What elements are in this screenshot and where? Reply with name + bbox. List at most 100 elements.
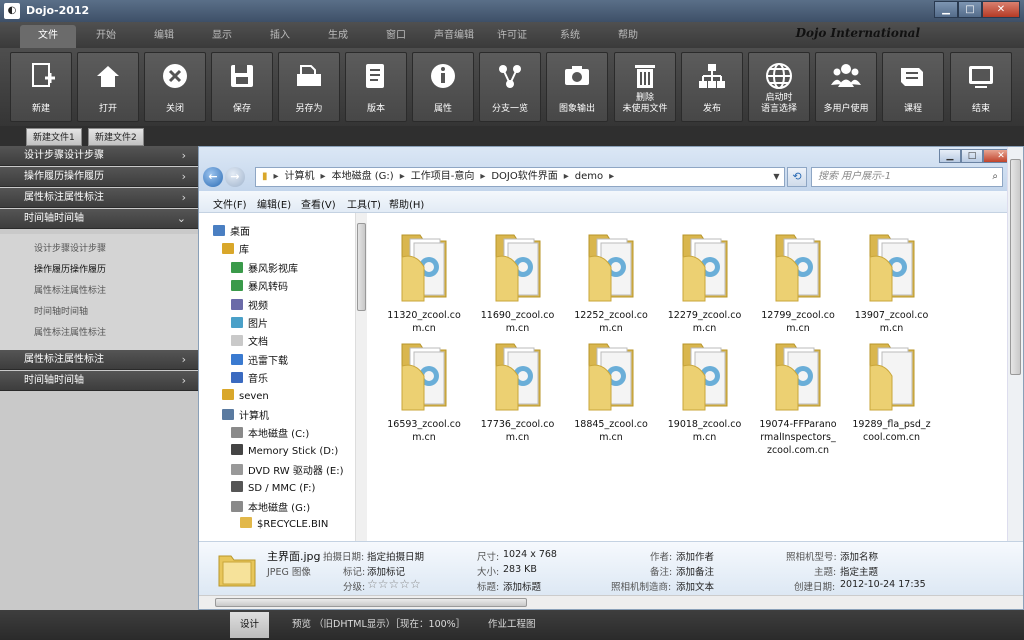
detail-maker[interactable]: 添加文本	[676, 579, 714, 593]
toolbar-button-course[interactable]: 课程	[882, 52, 944, 122]
detail-shot-date[interactable]: 指定拍摄日期	[367, 549, 424, 563]
toolbar-button-globe[interactable]: 启动时 语言选择	[748, 52, 810, 122]
explorer-minimize-button[interactable]: ▁	[939, 149, 961, 163]
tab-file[interactable]: 文件	[20, 25, 76, 48]
nav-item[interactable]: 桌面	[213, 223, 250, 238]
status-tab-preview[interactable]: 预览 （旧DHTML显示）［现在：100%］	[282, 612, 475, 638]
nav-item[interactable]: Memory Stick (D:)	[231, 443, 338, 457]
tab-system[interactable]: 系统	[542, 25, 598, 48]
detail-subject[interactable]: 指定主题	[840, 564, 878, 578]
breadcrumb-segment[interactable]: demo	[575, 171, 603, 182]
tab-edit[interactable]: 编辑	[136, 25, 192, 48]
toolbar-button-save-disk[interactable]: 保存	[211, 52, 273, 122]
toolbar-button-close-circle[interactable]: 关闭	[144, 52, 206, 122]
sub-item-history[interactable]: 操作履历操作履历	[34, 262, 106, 275]
detail-model[interactable]: 添加名称	[840, 549, 878, 563]
toolbar-button-publish[interactable]: 发布	[681, 52, 743, 122]
close-window-button[interactable]: ✕	[982, 1, 1020, 18]
nav-item[interactable]: 计算机	[222, 407, 269, 422]
tab-window[interactable]: 窗口	[368, 25, 424, 48]
breadcrumb-segment[interactable]: 计算机	[285, 171, 315, 182]
folder-item[interactable]: 12799_zcool.co m.cn	[755, 227, 841, 334]
toolbar-button-info[interactable]: 属性	[412, 52, 474, 122]
nav-item[interactable]: 本地磁盘 (G:)	[231, 499, 310, 514]
folder-item[interactable]: 16593_zcool.co m.cn	[381, 336, 467, 443]
accordion-header-design-steps[interactable]: 设计步骤设计步骤 ›	[0, 146, 198, 166]
accordion-header-attributes[interactable]: 属性标注属性标注 ›	[0, 188, 198, 208]
refresh-icon[interactable]: ⟲	[787, 167, 807, 187]
nav-item[interactable]: 文档	[231, 333, 268, 348]
breadcrumb-separator-icon[interactable]: ▸	[274, 171, 279, 182]
status-tab-design[interactable]: 设计	[230, 612, 270, 638]
toolbar-button-save-as[interactable]: 另存为	[278, 52, 340, 122]
folder-item[interactable]: 18845_zcool.co m.cn	[568, 336, 654, 443]
toolbar-button-camera[interactable]: 图象输出	[546, 52, 608, 122]
menu-tools[interactable]: 工具(T)	[347, 196, 381, 211]
doc-tab-2[interactable]: 新建文件2	[88, 128, 144, 146]
content-vertical-scrollbar[interactable]	[1007, 147, 1023, 541]
toolbar-button-new-file[interactable]: 新建	[10, 52, 72, 122]
toolbar-button-users[interactable]: 多用户使用	[815, 52, 877, 122]
sub-item-attributes-2[interactable]: 属性标注属性标注	[34, 325, 106, 338]
content-scroll-thumb[interactable]	[1010, 159, 1021, 375]
nav-item[interactable]: 本地磁盘 (C:)	[231, 425, 309, 440]
minimize-button[interactable]: ▁	[934, 1, 958, 18]
sub-item-design-steps[interactable]: 设计步骤设计步骤	[34, 241, 106, 254]
nav-item[interactable]: 迅雷下载	[231, 352, 288, 367]
forward-arrow-icon[interactable]: →	[225, 167, 245, 187]
detail-notes[interactable]: 添加备注	[676, 564, 714, 578]
back-arrow-icon[interactable]: ←	[203, 167, 223, 187]
folder-item[interactable]: 11320_zcool.co m.cn	[381, 227, 467, 334]
breadcrumb-segment[interactable]: 工作项目-意向	[411, 171, 475, 182]
menu-edit[interactable]: 编辑(E)	[257, 196, 291, 211]
nav-item[interactable]: SD / MMC (F:)	[231, 480, 315, 494]
toolbar-button-trash[interactable]: 删除 未使用文件	[614, 52, 676, 122]
detail-author[interactable]: 添加作者	[676, 549, 714, 563]
breadcrumb-separator-icon[interactable]: ▸	[609, 171, 614, 182]
address-bar[interactable]: ▮ ▸ 计算机 ▸ 本地磁盘 (G:) ▸ 工作项目-意向 ▸ DOJO软件界面 ▸ demo ▸	[255, 167, 775, 187]
nav-item[interactable]: 音乐	[231, 370, 268, 385]
maximize-button[interactable]: □	[958, 1, 982, 18]
horizontal-scroll-thumb[interactable]	[215, 598, 527, 607]
explorer-maximize-button[interactable]: □	[961, 149, 983, 163]
menu-file[interactable]: 文件(F)	[213, 196, 247, 211]
folder-item[interactable]: 19289_fla_psd_z cool.com.cn	[849, 336, 935, 443]
nav-item[interactable]: 视频	[231, 297, 268, 312]
toolbar-button-branch[interactable]: 分支一览	[479, 52, 541, 122]
tab-sound-edit[interactable]: 声音编辑	[426, 25, 482, 48]
tab-help[interactable]: 帮助	[600, 25, 656, 48]
nav-item[interactable]: 暴风影视库	[231, 260, 298, 275]
nav-item[interactable]: 库	[222, 241, 249, 256]
accordion-header-timeline-2[interactable]: 时间轴时间轴 ›	[0, 371, 198, 391]
sub-item-attributes[interactable]: 属性标注属性标注	[34, 283, 106, 296]
nav-item[interactable]: 暴风转码	[231, 278, 288, 293]
detail-title[interactable]: 添加标题	[503, 579, 541, 593]
doc-tab-1[interactable]: 新建文件1	[26, 128, 82, 146]
breadcrumb-segment[interactable]: DOJO软件界面	[491, 171, 557, 182]
folder-item[interactable]: 19074-FFParano rmalInspectors_ zcool.com.c…	[755, 336, 841, 456]
sub-item-timeline[interactable]: 时间轴时间轴	[34, 304, 88, 317]
address-dropdown-icon[interactable]: ▼	[769, 167, 785, 187]
folder-item[interactable]: 19018_zcool.co m.cn	[662, 336, 748, 443]
detail-tags[interactable]: 添加标记	[367, 564, 405, 578]
status-tab-workflow[interactable]: 作业工程图	[478, 612, 546, 638]
horizontal-scrollbar[interactable]	[199, 595, 1023, 609]
nav-scrollbar[interactable]	[355, 213, 367, 541]
tab-generate[interactable]: 生成	[310, 25, 366, 48]
folder-item[interactable]: 13907_zcool.co m.cn	[849, 227, 935, 334]
tab-license[interactable]: 许可证	[484, 25, 540, 48]
tab-insert[interactable]: 插入	[252, 25, 308, 48]
breadcrumb-separator-icon[interactable]: ▸	[564, 171, 569, 182]
breadcrumb-separator-icon[interactable]: ▸	[400, 171, 405, 182]
breadcrumb-segment[interactable]: 本地磁盘 (G:)	[332, 171, 394, 182]
menu-view[interactable]: 查看(V)	[301, 196, 336, 211]
folder-item[interactable]: 17736_zcool.co m.cn	[475, 336, 561, 443]
toolbar-button-version[interactable]: 版本	[345, 52, 407, 122]
nav-item[interactable]: 图片	[231, 315, 268, 330]
accordion-header-timeline[interactable]: 时间轴时间轴 ⌄	[0, 209, 198, 229]
nav-item[interactable]: $RECYCLE.BIN	[240, 517, 328, 530]
accordion-header-history[interactable]: 操作履历操作履历 ›	[0, 167, 198, 187]
nav-item[interactable]: seven	[222, 388, 269, 402]
toolbar-button-open[interactable]: 打开	[77, 52, 139, 122]
accordion-header-attributes-2[interactable]: 属性标注属性标注 ›	[0, 350, 198, 370]
